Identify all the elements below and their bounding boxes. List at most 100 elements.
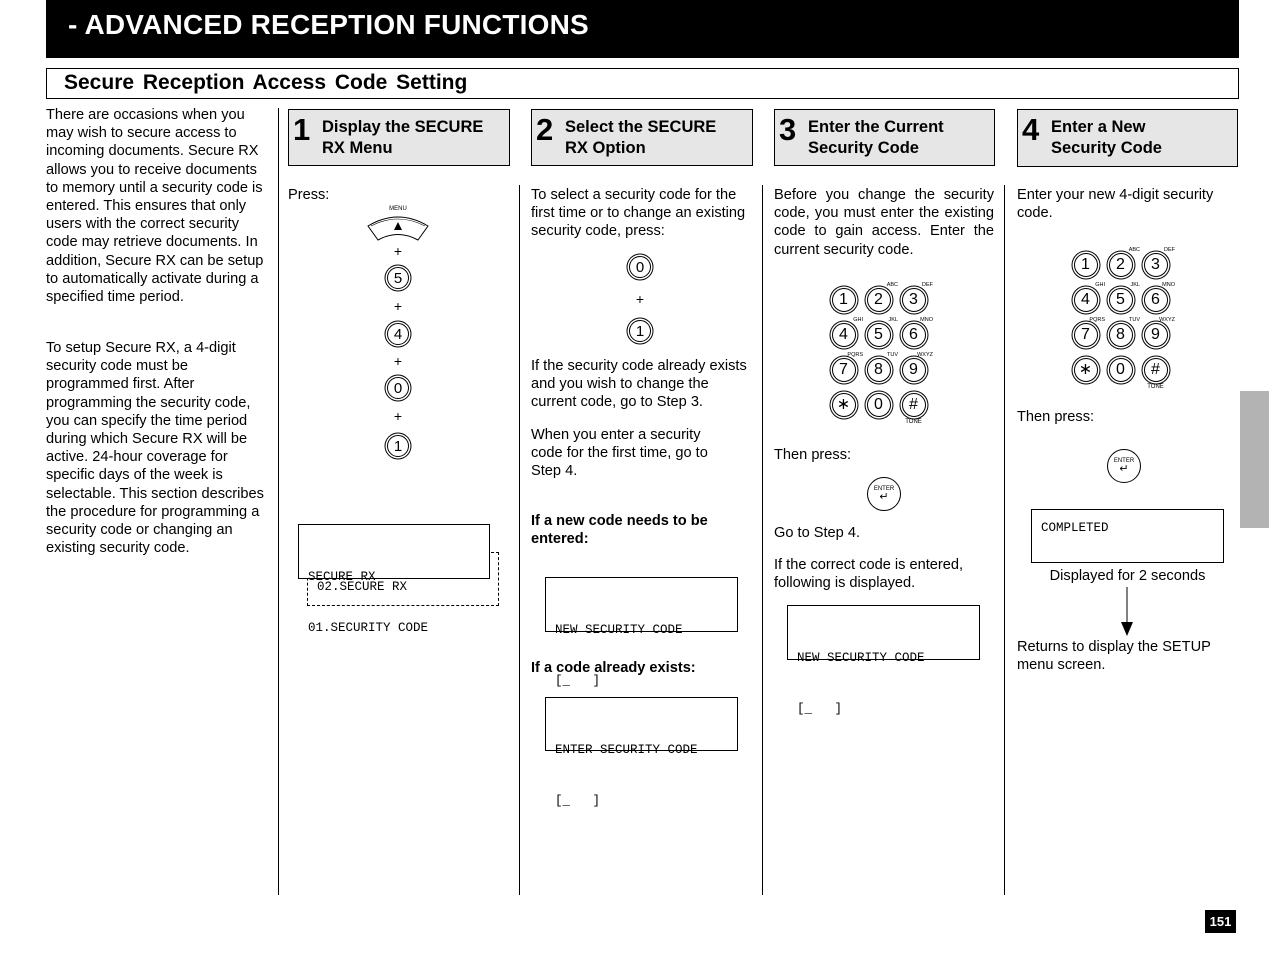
keypad-key[interactable]: # xyxy=(901,392,926,417)
lcd-line: [_ ] xyxy=(797,702,843,716)
step-title: Select the SECURE RX Option xyxy=(565,117,716,159)
keypad-key[interactable]: 9 xyxy=(901,357,926,382)
keypad-key[interactable]: 2 xyxy=(866,287,891,312)
keypad-key[interactable]: 3 xyxy=(901,287,926,312)
keypad-key[interactable]: 0 xyxy=(866,392,891,417)
keypad-cell: 8 TUV xyxy=(861,352,898,387)
step-number: 4 xyxy=(1022,112,1040,147)
step-title: Enter the Current Security Code xyxy=(808,117,944,159)
lcd-line: NEW SECURITY CODE xyxy=(555,623,683,637)
keypad-cell: 2 ABC xyxy=(1103,247,1140,282)
menu-up-arrow-key-icon xyxy=(367,216,429,241)
displayed-duration-note: Displayed for 2 seconds xyxy=(1049,568,1206,584)
step-title-line: Select the SECURE xyxy=(565,118,717,136)
keypad-cell: 7 PQRS xyxy=(826,352,863,387)
keypad-key[interactable]: 8 xyxy=(1108,322,1133,347)
keypad-key[interactable]: 6 xyxy=(901,322,926,347)
keypad-cell: # TONE xyxy=(1138,352,1173,390)
down-arrow-icon xyxy=(1121,587,1133,636)
column-divider xyxy=(278,108,279,895)
keypad-key[interactable]: 1 xyxy=(831,287,856,312)
keypad-cell: ∗ xyxy=(1068,352,1103,387)
step-1-header: 1 Display the SECURE RX Menu xyxy=(288,109,510,166)
keypad-cell: # TONE xyxy=(896,387,931,425)
keypad-cell: 7 PQRS xyxy=(1068,317,1105,352)
lcd-line: NEW SECURITY CODE xyxy=(797,651,925,665)
keypad-key[interactable]: 9 xyxy=(1143,322,1168,347)
keypad-cell: 4 GHI xyxy=(826,317,863,352)
keypad-key[interactable]: 4 xyxy=(831,322,856,347)
keypad-cell: 8 TUV xyxy=(1103,317,1140,352)
keypad-cell: 5 JKL xyxy=(1103,282,1140,317)
keypad-key[interactable]: 5 xyxy=(866,322,891,347)
keypad-key[interactable]: 5 xyxy=(1108,287,1133,312)
keypad-key[interactable]: 2 xyxy=(1108,252,1133,277)
step-title-line: Security Code xyxy=(808,139,919,157)
keypad-key[interactable]: ∗ xyxy=(1073,357,1098,382)
step-title: Enter a New Security Code xyxy=(1051,117,1162,159)
step-3-header: 3 Enter the Current Security Code xyxy=(774,109,995,166)
keypad-key-5[interactable]: 5 xyxy=(387,267,409,289)
step-title: Display the SECURE RX Menu xyxy=(322,117,483,159)
keypad-cell: 1 xyxy=(1068,247,1103,282)
step-4-instructions: Enter your new 4-digit security code. xyxy=(1017,187,1214,222)
step-2-header: 2 Select the SECURE RX Option xyxy=(531,109,753,166)
keypad-key-0[interactable]: 0 xyxy=(387,377,409,399)
enter-key[interactable]: ENTER ↵ xyxy=(1107,449,1141,483)
keypad-key-4[interactable]: 4 xyxy=(387,323,409,345)
go-to-step-4: Go to Step 4. xyxy=(774,525,860,541)
tone-label: TONE xyxy=(905,419,922,425)
new-code-heading: If a new code needs to be entered: xyxy=(531,513,708,548)
keypad-key[interactable]: 7 xyxy=(831,357,856,382)
menu-key[interactable]: MENU xyxy=(366,206,430,247)
keypad-key[interactable]: 6 xyxy=(1143,287,1168,312)
keypad-cell: 0 xyxy=(1103,352,1138,387)
keypad-key[interactable]: 3 xyxy=(1143,252,1168,277)
keypad-cell: 6 MNO xyxy=(896,317,933,352)
keypad-cell: 9 WXYZ xyxy=(896,352,933,387)
lcd-line: 01.SECURITY CODE xyxy=(308,621,429,635)
keypad-cell: 6 MNO xyxy=(1138,282,1175,317)
plus-sign: + xyxy=(393,243,403,259)
step-2-existing-code-note: If the security code already exists and … xyxy=(531,358,747,411)
numeric-keypad: 1 2 ABC 3 DEF 4 GHI 5 JKL 6 MNO 7 PQRS 8 TUV 9 WXYZ ∗ 0 # TO… xyxy=(826,282,933,425)
numeric-keypad: 1 2 ABC 3 DEF 4 GHI 5 JKL 6 MNO 7 PQRS 8 TUV 9 WXYZ ∗ 0 # TO… xyxy=(1068,247,1175,390)
keypad-letters: WXYZ xyxy=(1159,317,1175,323)
keypad-key[interactable]: ∗ xyxy=(831,392,856,417)
keypad-key[interactable]: 8 xyxy=(866,357,891,382)
enter-key[interactable]: ENTER ↵ xyxy=(867,477,901,511)
keypad-cell: 0 xyxy=(861,387,896,422)
step-number: 3 xyxy=(779,112,797,147)
section-title: Secure Reception Access Code Setting xyxy=(64,71,468,94)
lcd-line: [_ ] xyxy=(555,794,601,808)
keypad-cell: 9 WXYZ xyxy=(1138,317,1175,352)
column-divider xyxy=(1004,185,1005,895)
step-2-first-time-note: When you enter a security code for the f… xyxy=(531,427,708,480)
lcd-display-new-security-code: NEW SECURITY CODE [_ ] xyxy=(787,605,980,716)
keypad-key[interactable]: 7 xyxy=(1073,322,1098,347)
keypad-cell: 3 DEF xyxy=(896,282,933,317)
keypad-letters: MNO xyxy=(1162,282,1175,288)
tone-label: TONE xyxy=(1147,384,1164,390)
keypad-key[interactable]: # xyxy=(1143,357,1168,382)
then-press-label: Then press: xyxy=(1017,409,1095,425)
step-4-header: 4 Enter a New Security Code xyxy=(1017,109,1238,167)
step-title-line: RX Option xyxy=(565,139,646,157)
keypad-cell: 3 DEF xyxy=(1138,247,1175,282)
step-title-line: Enter the Current xyxy=(808,118,944,136)
keypad-key-0[interactable]: 0 xyxy=(629,256,651,278)
chapter-side-tab xyxy=(1240,391,1269,528)
keypad-key-1[interactable]: 1 xyxy=(629,320,651,342)
enter-return-icon: ↵ xyxy=(1119,463,1129,475)
keypad-key[interactable]: 0 xyxy=(1108,357,1133,382)
intro-paragraph-2: To setup Secure RX, a 4-digit security c… xyxy=(46,340,264,557)
press-label: Press: xyxy=(288,187,330,203)
column-divider xyxy=(519,185,520,895)
keypad-key[interactable]: 1 xyxy=(1073,252,1098,277)
step-number: 2 xyxy=(536,112,554,147)
keypad-key-1[interactable]: 1 xyxy=(387,435,409,457)
keypad-key[interactable]: 4 xyxy=(1073,287,1098,312)
plus-sign: + xyxy=(393,408,403,424)
plus-sign: + xyxy=(393,353,403,369)
step-title-line: Enter a New xyxy=(1051,118,1146,136)
